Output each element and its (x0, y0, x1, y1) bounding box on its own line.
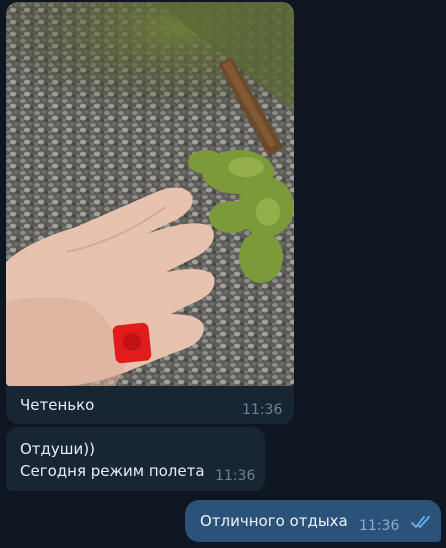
message-time: 11:36 (215, 468, 256, 484)
message-caption: Четенько (20, 396, 95, 414)
incoming-text-message[interactable]: Отдуши)) Сегодня режим полета 11:36 (6, 427, 265, 491)
chat-history: Четенько 11:36 Отдуши)) Сегодня режим по… (0, 0, 446, 548)
message-time: 11:36 (359, 518, 400, 534)
read-double-check-icon (411, 516, 430, 528)
message-text-line: Сегодня режим полета (20, 462, 205, 480)
incoming-photo-message[interactable]: Четенько 11:36 (6, 2, 294, 424)
message-time: 11:36 (242, 402, 283, 418)
photo-attachment[interactable] (6, 2, 294, 386)
photo-image (6, 2, 294, 386)
outgoing-text-message[interactable]: Отличного отдыха 11:36 (185, 500, 441, 542)
message-text: Отличного отдыха (200, 512, 348, 530)
message-text-line: Отдуши)) (20, 440, 95, 458)
